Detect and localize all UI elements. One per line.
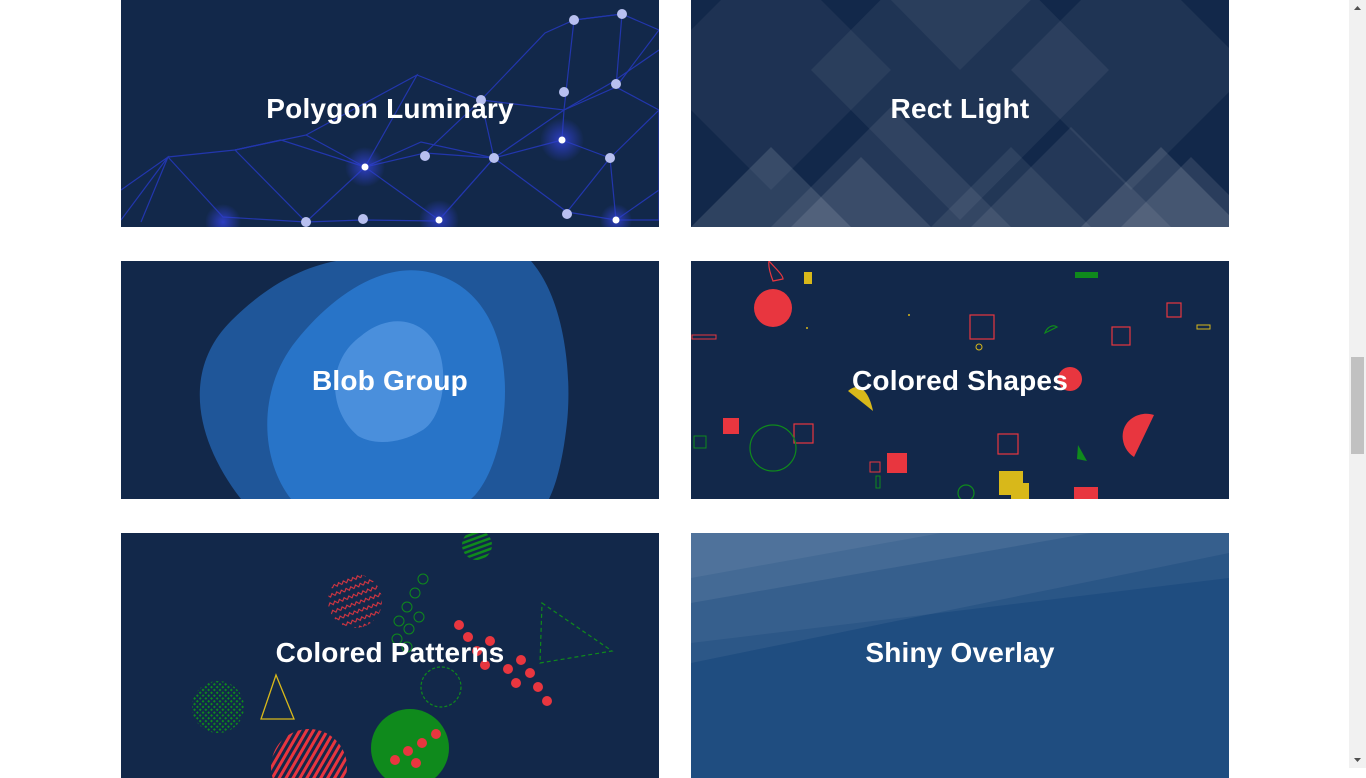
card-blob-group[interactable]: Blob Group <box>121 261 659 499</box>
card-title: Blob Group <box>312 365 468 396</box>
scrollbar-thumb[interactable] <box>1351 357 1364 454</box>
card-colored-shapes[interactable]: Colored Shapes <box>691 261 1229 499</box>
card-title: Colored Patterns <box>275 637 505 668</box>
card-title: Shiny Overlay <box>865 637 1055 668</box>
card-title: Colored Shapes <box>852 365 1068 396</box>
card-polygon-luminary[interactable]: Polygon Luminary <box>121 0 659 227</box>
card-title: Rect Light <box>890 93 1030 124</box>
card-colored-patterns[interactable]: Colored Patterns <box>121 533 659 778</box>
vertical-scrollbar[interactable] <box>1349 0 1366 768</box>
scroll-down-arrow-icon[interactable] <box>1349 751 1366 768</box>
card-rect-light[interactable]: Rect Light <box>691 0 1229 227</box>
card-shiny-overlay[interactable]: Shiny Overlay <box>691 533 1229 778</box>
scroll-up-arrow-icon[interactable] <box>1349 0 1366 17</box>
card-title: Polygon Luminary <box>266 93 514 124</box>
